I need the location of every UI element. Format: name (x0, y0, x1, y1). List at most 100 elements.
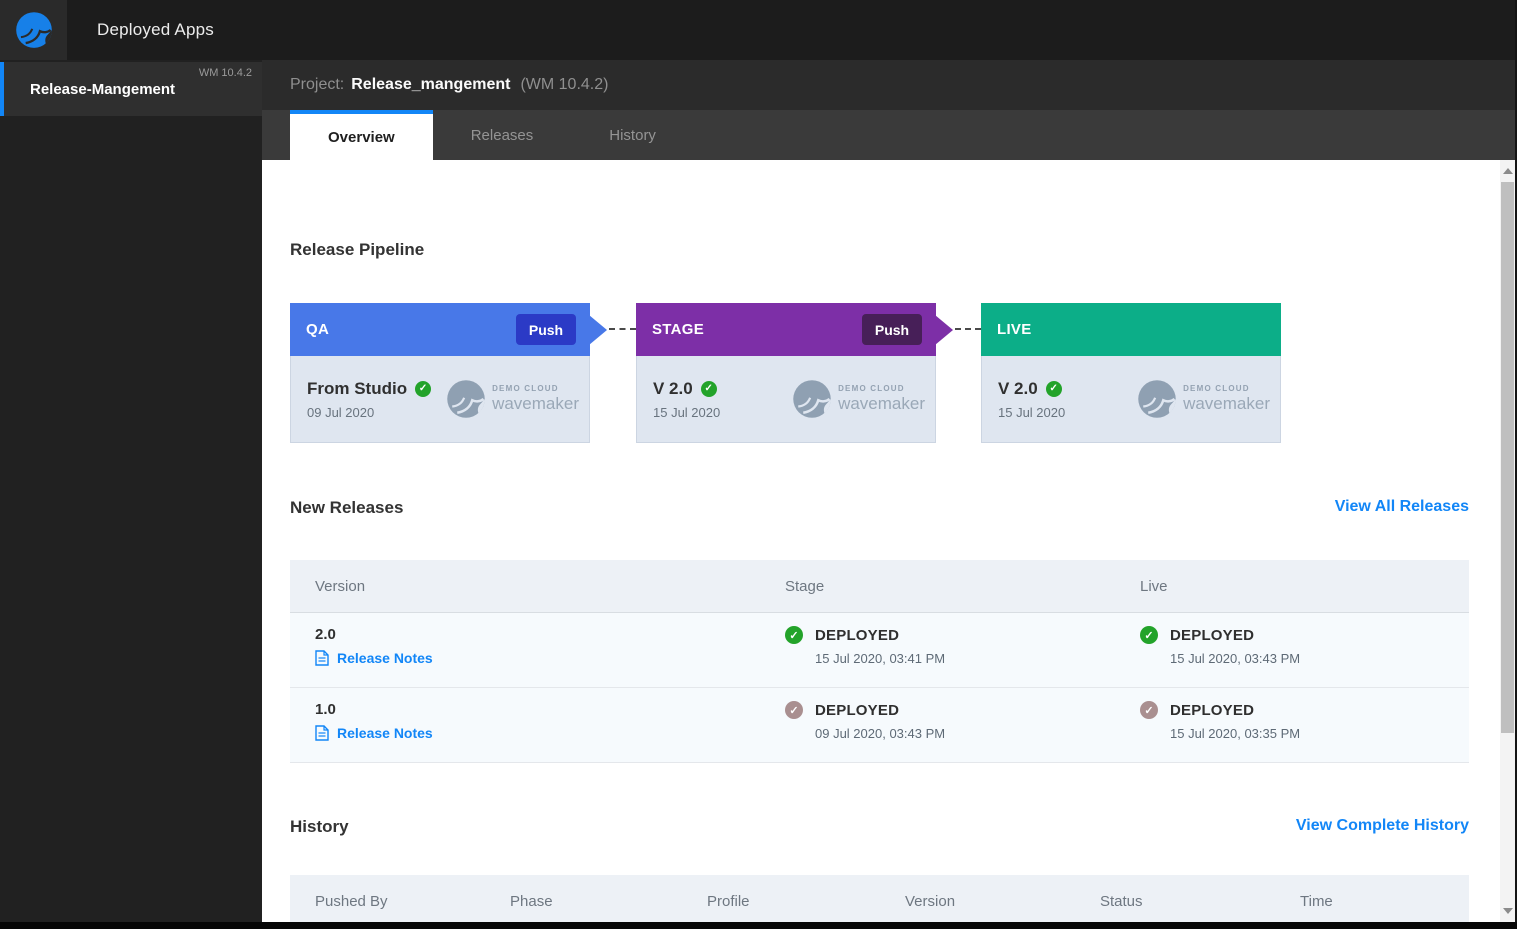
deployed-check-icon (1140, 626, 1158, 644)
live-stage-name: LIVE (997, 321, 1032, 338)
new-releases-heading: New Releases (290, 498, 404, 517)
wavemaker-label: wavemaker (492, 394, 579, 413)
wavemaker-label: wavemaker (1183, 394, 1270, 413)
column-version: Version (315, 578, 366, 595)
stage-date: 15 Jul 2020 (653, 404, 721, 420)
qa-card-header: QA Push (290, 303, 607, 356)
stage-demo-cloud-watermark: DEMO CLOUD wavemaker (792, 379, 925, 419)
column-phase: Phase (510, 893, 553, 910)
live-version: V 2.0 (998, 378, 1038, 398)
column-pushed-by: Pushed By (315, 893, 388, 910)
project-label: Project: (290, 76, 345, 93)
history-table: Pushed By Phase Profile Version Status T… (290, 875, 1469, 928)
overview-content: Release Pipeline QA Push From Studio 09 … (262, 160, 1517, 929)
qa-push-button[interactable]: Push (516, 314, 576, 345)
tab-releases[interactable]: Releases (433, 110, 572, 160)
wavemaker-label: wavemaker (838, 394, 925, 413)
live-card-header: LIVE (981, 303, 1281, 356)
release-notes-label: Release Notes (337, 650, 433, 666)
stage-cell: DEPLOYED 15 Jul 2020, 03:41 PM (785, 626, 945, 666)
project-header-bar: Project: Release_mangement (WM 10.4.2) (262, 60, 1517, 110)
column-live: Live (1140, 578, 1168, 595)
pipeline-connector-dashed (609, 328, 636, 330)
release-notes-link[interactable]: Release Notes (315, 650, 433, 666)
column-stage: Stage (785, 578, 825, 595)
deploy-status: DEPLOYED (815, 626, 900, 644)
pipeline-card-live: LIVE V 2.0 15 Jul 2020 (981, 303, 1281, 443)
qa-version: From Studio (307, 378, 408, 398)
main-area: Project: Release_mangement (WM 10.4.2) O… (262, 60, 1517, 929)
project-name: Release_mangement (351, 76, 511, 93)
document-icon (315, 650, 329, 666)
release-notes-label: Release Notes (337, 725, 433, 741)
deployed-check-icon (1140, 701, 1158, 719)
version-cell: 2.0 Release Notes (315, 626, 433, 666)
deploy-status: DEPLOYED (815, 701, 900, 719)
release-pipeline-heading: Release Pipeline (290, 240, 425, 259)
qa-date: 09 Jul 2020 (307, 404, 375, 420)
scroll-down-arrow-icon[interactable] (1503, 908, 1513, 914)
deploy-status: DEPLOYED (1170, 626, 1255, 644)
deploy-time: 09 Jul 2020, 03:43 PM (815, 726, 946, 741)
version-number: 1.0 (315, 701, 336, 718)
history-table-header: Pushed By Phase Profile Version Status T… (290, 875, 1469, 928)
deployed-check-icon (785, 701, 803, 719)
view-complete-history-link[interactable]: View Complete History (1296, 817, 1469, 835)
deploy-time: 15 Jul 2020, 03:43 PM (1170, 651, 1301, 666)
qa-success-check-icon (415, 380, 432, 397)
live-success-check-icon (1045, 380, 1062, 397)
document-icon (315, 725, 329, 741)
deploy-time: 15 Jul 2020, 03:41 PM (815, 651, 946, 666)
stage-arrow-icon (935, 314, 953, 345)
deployed-check-icon (785, 626, 803, 644)
new-releases-table-header: Version Stage Live (290, 560, 1469, 613)
stage-success-check-icon (700, 380, 717, 397)
demo-cloud-label: DEMO CLOUD (1183, 384, 1250, 393)
table-row: 1.0 Release Notes DEPLOYED (290, 688, 1469, 763)
deploy-time: 15 Jul 2020, 03:35 PM (1170, 726, 1301, 741)
sidebar-project-name: Release-Mangement (30, 80, 176, 98)
pipeline-connector-dashed (955, 328, 981, 330)
sidebar: Release-Mangement WM 10.4.2 (0, 60, 262, 929)
stage-push-button[interactable]: Push (862, 314, 922, 345)
live-date: 15 Jul 2020 (998, 404, 1066, 420)
stage-stage-name: STAGE (652, 321, 705, 338)
sidebar-item-release-management[interactable]: Release-Mangement WM 10.4.2 (0, 62, 262, 116)
tabs-bar: Overview Releases History (262, 110, 1517, 160)
wavemaker-wave-icon (793, 380, 831, 418)
wavemaker-wave-icon (1138, 380, 1176, 418)
tab-overview[interactable]: Overview (290, 110, 433, 160)
tab-history[interactable]: History (571, 110, 694, 160)
release-notes-link[interactable]: Release Notes (315, 725, 433, 741)
column-time: Time (1300, 893, 1333, 910)
column-profile: Profile (707, 893, 750, 910)
version-number: 2.0 (315, 626, 336, 643)
stage-version: V 2.0 (653, 378, 693, 398)
version-cell: 1.0 Release Notes (315, 701, 433, 741)
scrollbar-thumb[interactable] (1501, 182, 1514, 733)
app-title: Deployed Apps (97, 20, 214, 39)
new-releases-table: Version Stage Live 2.0 Release Notes ✓ D… (290, 560, 1469, 763)
qa-arrow-icon (589, 314, 607, 345)
wavemaker-logo[interactable] (0, 0, 67, 60)
live-cell: DEPLOYED 15 Jul 2020, 03:43 PM (1140, 626, 1300, 666)
top-app-bar: Deployed Apps (0, 0, 1517, 60)
column-status: Status (1100, 893, 1143, 910)
wavemaker-wave-icon (447, 380, 485, 418)
live-demo-cloud-watermark: DEMO CLOUD wavemaker (1137, 379, 1270, 419)
stage-card-body: V 2.0 15 Jul 2020 DEMO CL (636, 356, 936, 443)
demo-cloud-label: DEMO CLOUD (492, 384, 559, 393)
column-version: Version (905, 893, 956, 910)
view-all-releases-link[interactable]: View All Releases (1335, 498, 1469, 516)
history-heading: History (290, 817, 349, 836)
qa-version-line: From Studio (307, 378, 432, 399)
pipeline-card-stage: STAGE Push V 2.0 15 Jul 2020 (636, 303, 953, 443)
vertical-scrollbar[interactable] (1500, 160, 1515, 922)
stage-cell: DEPLOYED 09 Jul 2020, 03:43 PM (785, 701, 945, 741)
pipeline-card-qa: QA Push From Studio 09 Jul 2020 (290, 303, 607, 443)
qa-card-body: From Studio 09 Jul 2020 D (290, 356, 590, 443)
live-version-line: V 2.0 (998, 379, 1065, 399)
scroll-up-arrow-icon[interactable] (1503, 168, 1513, 174)
qa-demo-cloud-watermark: DEMO CLOUD wavemaker (446, 379, 579, 419)
demo-cloud-label: DEMO CLOUD (838, 384, 905, 393)
